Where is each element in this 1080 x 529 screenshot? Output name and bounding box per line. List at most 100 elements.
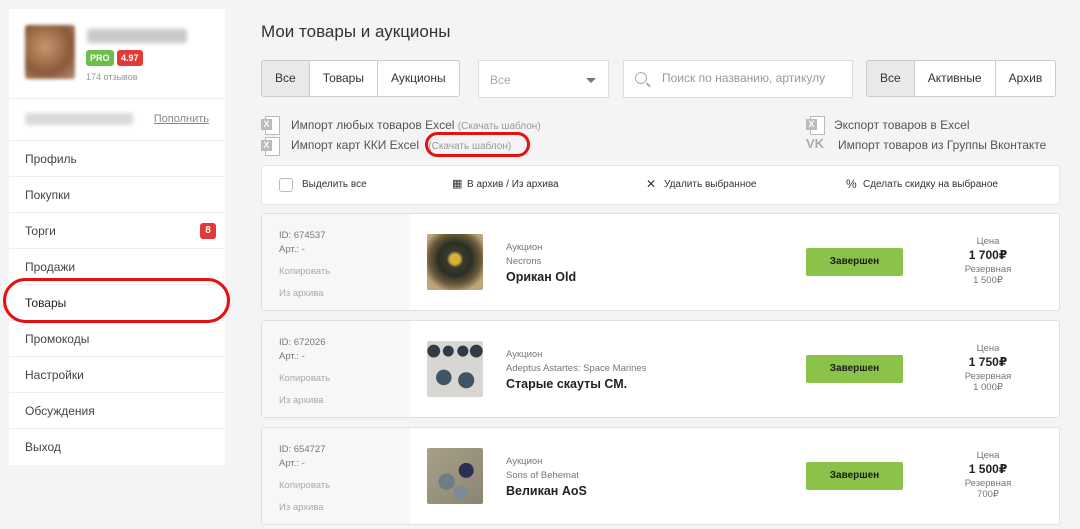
reserve-label: Резервная [964, 264, 1012, 275]
reserve-label: Резервная [964, 478, 1012, 489]
status-badge: Завершен [806, 355, 903, 383]
item-name[interactable]: Старые скауты СМ. [506, 377, 627, 391]
price-label: Цена [976, 343, 1000, 354]
price-box: Цена 1 500₽ Резервная 700₽ [953, 450, 1023, 500]
item-category: Sons of Behemat [506, 470, 579, 481]
archive-toggle-button[interactable]: В архив / Из архива [467, 179, 559, 190]
item-art: Арт.: - [279, 458, 305, 469]
unarchive-link[interactable]: Из архива [279, 395, 324, 406]
copy-link[interactable]: Копировать [279, 373, 330, 384]
rating-badge: 4.97 [117, 50, 143, 66]
tab-type-all[interactable]: Все [262, 61, 309, 96]
item-id: ID: 674537 [279, 230, 326, 241]
type-filter-tabs: Все Товары Аукционы [261, 60, 460, 97]
reserve-value: 700₽ [977, 489, 999, 500]
tab-status-archive[interactable]: Архив [994, 61, 1056, 96]
status-badge: Завершен [806, 462, 903, 490]
search-box[interactable] [623, 60, 853, 98]
item-thumbnail[interactable] [427, 448, 483, 504]
profile-block: PRO 4.97 174 отзывов [9, 9, 225, 99]
price-value: 1 750₽ [968, 355, 1008, 369]
archive-icon: ▦ [452, 178, 463, 190]
username-blurred [87, 29, 187, 43]
bulk-actions-bar: Выделить все ▦ В архив / Из архива ✕ Уда… [261, 165, 1060, 205]
vk-icon: VK [806, 136, 825, 151]
copy-link[interactable]: Копировать [279, 480, 330, 491]
reserve-label: Резервная [964, 371, 1012, 382]
price-box: Цена 1 750₽ Резервная 1 000₽ [953, 343, 1023, 393]
page-title: Мои товары и аукционы [261, 22, 451, 41]
tab-status-all[interactable]: Все [867, 61, 914, 96]
import-vk-link[interactable]: Импорт товаров из Группы Вконтакте [838, 138, 1046, 152]
sidebar-item-discussions[interactable]: Обсуждения [9, 393, 225, 429]
item-meta: ID: 674537 Арт.: - Копировать Из архива [262, 214, 410, 310]
status-filter-tabs: Все Активные Архив [866, 60, 1057, 97]
balance-row: Пополнить [9, 99, 225, 141]
close-icon: ✕ [646, 177, 657, 191]
item-art: Арт.: - [279, 244, 305, 255]
list-item[interactable]: ID: 672026 Арт.: - Копировать Из архива … [261, 320, 1060, 418]
select-all-checkbox[interactable] [279, 178, 293, 192]
item-type: Аукцион [506, 456, 543, 467]
item-name[interactable]: Орикан Old [506, 270, 576, 284]
category-select-value: Все [490, 73, 511, 87]
topup-link[interactable]: Пополнить [154, 113, 209, 125]
download-template-link-2[interactable]: (Скачать шаблон) [428, 141, 511, 152]
item-name[interactable]: Великан AoS [506, 484, 587, 498]
pro-badge: PRO [86, 50, 114, 66]
delete-selected-button[interactable]: Удалить выбранное [664, 179, 756, 190]
item-category: Necrons [506, 256, 542, 267]
price-box: Цена 1 700₽ Резервная 1 500₽ [953, 236, 1023, 286]
select-all-label[interactable]: Выделить все [302, 179, 367, 190]
reserve-value: 1 000₽ [973, 382, 1003, 393]
price-label: Цена [976, 236, 1000, 247]
import-kki-link[interactable]: Импорт карт ККИ Excel [291, 138, 419, 152]
search-icon [635, 72, 647, 84]
import-any-row: Импорт любых товаров Excel (Скачать шабл… [291, 118, 541, 132]
sidebar-item-settings[interactable]: Настройки [9, 357, 225, 393]
discount-selected-button[interactable]: Сделать скидку на выбраное [863, 179, 998, 190]
copy-link[interactable]: Копировать [279, 266, 330, 277]
sidebar-item-purchases[interactable]: Покупки [9, 177, 225, 213]
item-meta: ID: 654727 Арт.: - Копировать Из архива [262, 428, 410, 524]
sidebar-item-profile[interactable]: Профиль [9, 141, 225, 177]
list-item[interactable]: ID: 674537 Арт.: - Копировать Из архива … [261, 213, 1060, 311]
search-input[interactable] [662, 71, 842, 85]
item-id: ID: 672026 [279, 337, 326, 348]
export-excel-link[interactable]: Экспорт товаров в Excel [834, 118, 969, 132]
item-meta: ID: 672026 Арт.: - Копировать Из архива [262, 321, 410, 417]
reserve-value: 1 500₽ [973, 275, 1003, 286]
item-category: Adeptus Astartes: Space Marines [506, 363, 647, 374]
category-select[interactable]: Все [478, 60, 609, 98]
balance-blurred [25, 113, 133, 125]
tab-status-active[interactable]: Активные [913, 61, 995, 96]
item-id: ID: 654727 [279, 444, 326, 455]
percent-icon: % [846, 177, 857, 191]
sidebar-item-promocodes[interactable]: Промокоды [9, 321, 225, 357]
chevron-down-icon [586, 78, 596, 83]
excel-icon [806, 116, 825, 135]
item-thumbnail[interactable] [427, 341, 483, 397]
item-art: Арт.: - [279, 351, 305, 362]
tab-type-auctions[interactable]: Аукционы [376, 61, 459, 96]
excel-icon [261, 116, 280, 135]
sidebar-item-label: Торги [25, 224, 56, 238]
list-item[interactable]: ID: 654727 Арт.: - Копировать Из архива … [261, 427, 1060, 525]
unarchive-link[interactable]: Из архива [279, 288, 324, 299]
import-kki-row: Импорт карт ККИ Excel (Скачать шаблон) [291, 138, 511, 152]
price-value: 1 700₽ [968, 248, 1008, 262]
import-any-link[interactable]: Импорт любых товаров Excel [291, 118, 454, 132]
sidebar-item-products[interactable]: Товары [9, 285, 225, 321]
reviews-count[interactable]: 174 отзывов [86, 72, 138, 82]
status-badge: Завершен [806, 248, 903, 276]
sidebar-item-logout[interactable]: Выход [9, 429, 225, 465]
avatar[interactable] [25, 25, 75, 79]
item-type: Аукцион [506, 242, 543, 253]
excel-icon [261, 137, 280, 156]
item-thumbnail[interactable] [427, 234, 483, 290]
download-template-link-1[interactable]: (Скачать шаблон) [458, 121, 541, 132]
sidebar-item-sales[interactable]: Продажи [9, 249, 225, 285]
unarchive-link[interactable]: Из архива [279, 502, 324, 513]
tab-type-products[interactable]: Товары [308, 61, 377, 96]
sidebar-item-auctions[interactable]: Торги 8 [9, 213, 225, 249]
